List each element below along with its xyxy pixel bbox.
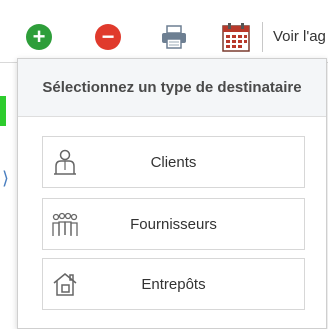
group-icon	[52, 212, 78, 236]
background-status-indicator	[0, 96, 6, 126]
option-clients[interactable]: Clients	[42, 136, 305, 188]
view-agenda-label: Voir l'ag	[273, 28, 326, 45]
person-icon	[54, 149, 76, 175]
recipient-type-dropdown: Sélectionnez un type de destinataire Cli…	[17, 58, 327, 329]
remove-button[interactable]: −	[95, 24, 121, 50]
background-fragment: ⟩	[2, 168, 10, 188]
option-entrepots[interactable]: Entrepôts	[42, 258, 305, 310]
view-agenda-button[interactable]: Voir l'ag	[262, 22, 328, 52]
calendar-icon	[222, 23, 250, 52]
minus-icon: −	[101, 24, 115, 49]
house-icon	[53, 273, 77, 296]
plus-icon: +	[32, 24, 46, 49]
add-button[interactable]: +	[26, 24, 52, 50]
print-button[interactable]	[160, 25, 188, 49]
toolbar: + − Voir l'ag	[0, 0, 328, 62]
option-label: Entrepôts	[141, 275, 206, 293]
option-label: Clients	[150, 153, 197, 171]
option-label: Fournisseurs	[130, 215, 217, 233]
option-fournisseurs[interactable]: Fournisseurs	[42, 198, 305, 250]
calendar-button[interactable]	[222, 22, 250, 52]
printer-icon	[162, 25, 186, 49]
dropdown-title: Sélectionnez un type de destinataire	[18, 59, 326, 117]
